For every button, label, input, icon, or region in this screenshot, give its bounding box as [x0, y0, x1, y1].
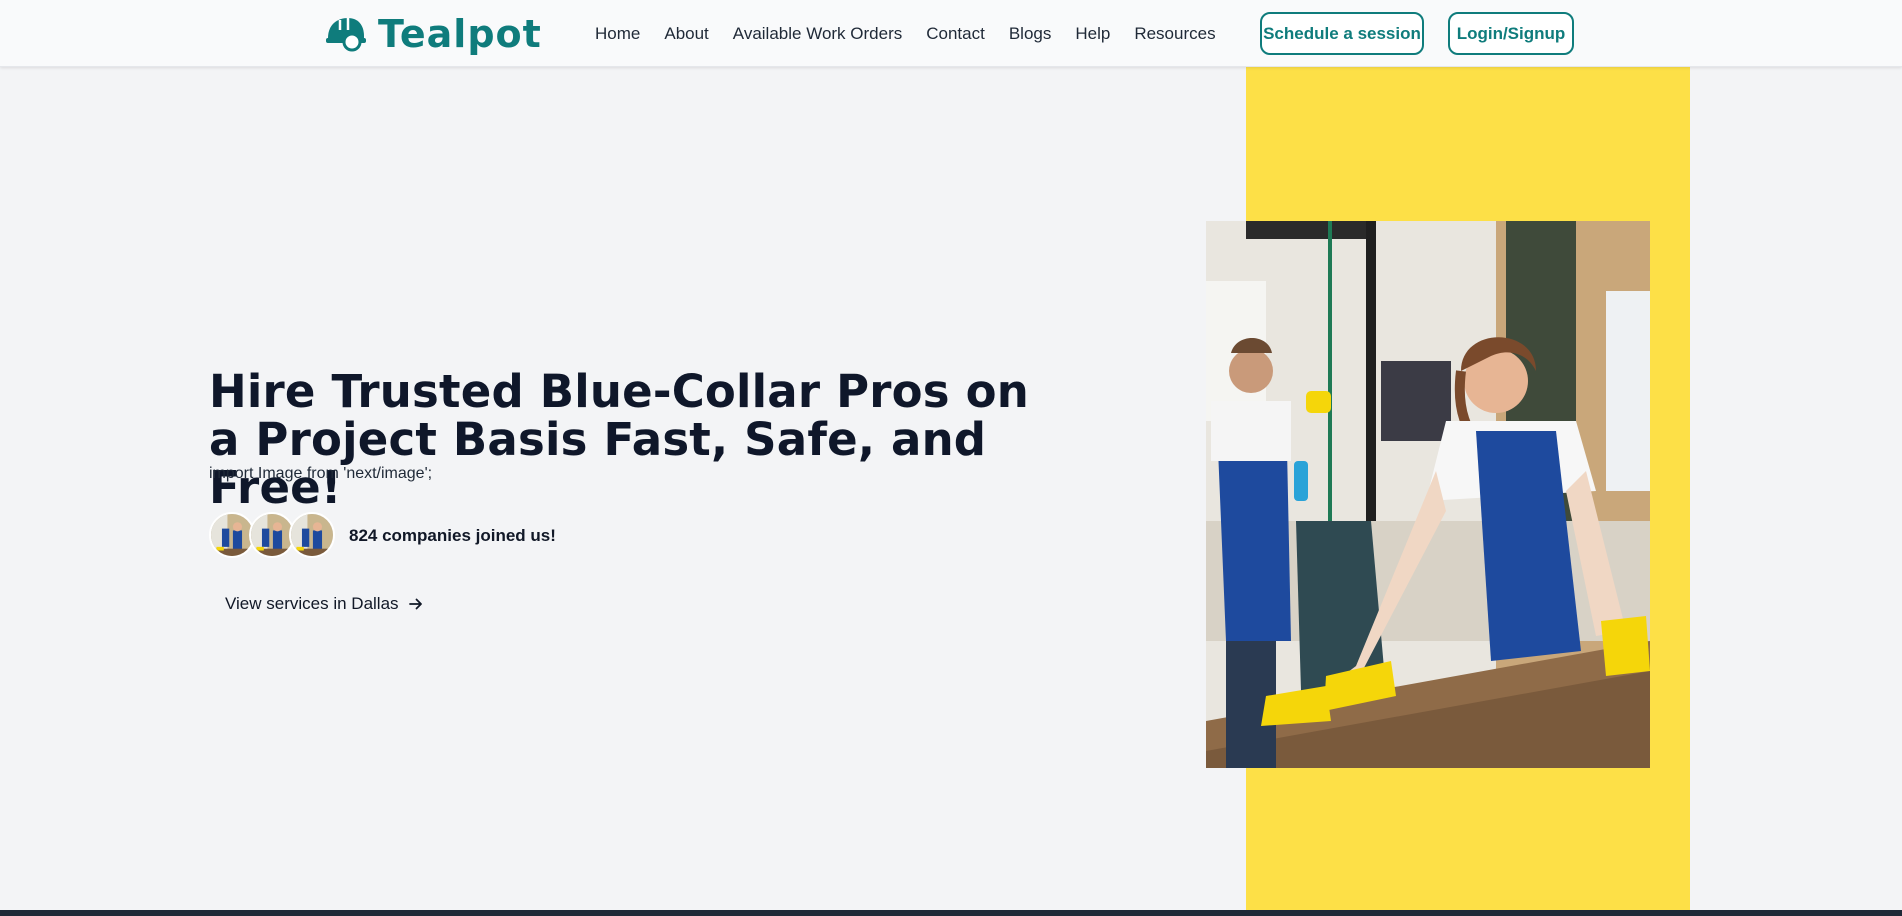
cleaners-illustration	[1206, 221, 1650, 768]
brand-logo[interactable]: Tealpot	[324, 12, 542, 56]
hero-title: Hire Trusted Blue-Collar Pros on a Proje…	[209, 365, 1030, 514]
avatar-cleaners-image	[291, 514, 333, 556]
arrow-right-icon	[408, 598, 422, 610]
view-services-label: View services in Dallas	[225, 594, 399, 613]
hard-hat-logo-icon	[326, 18, 366, 52]
brand-name: Tealpot	[378, 12, 542, 56]
nav-item-resources[interactable]: Resources	[1134, 24, 1215, 44]
schedule-session-button[interactable]: Schedule a session	[1260, 12, 1424, 55]
avatar-cleaners-image	[251, 514, 293, 556]
nav-item-contact[interactable]: Contact	[926, 24, 985, 44]
hero-cleaning-photo	[1206, 221, 1650, 768]
nav-item-about[interactable]: About	[664, 24, 708, 44]
view-services-link[interactable]: View services in Dallas	[225, 594, 423, 614]
nav-item-help[interactable]: Help	[1075, 24, 1110, 44]
avatar-cleaners-image	[211, 514, 253, 556]
companies-joined-text: 824 companies joined us!	[349, 526, 556, 545]
nav-item-home[interactable]: Home	[595, 24, 640, 44]
main-nav: Home About Available Work Orders Contact…	[595, 0, 1216, 67]
footer-edge	[0, 910, 1902, 916]
site-header: Tealpot Home About Available Work Orders…	[0, 0, 1902, 67]
avatar	[289, 512, 335, 558]
company-avatars	[209, 512, 335, 558]
import-text: import Image from 'next/image';	[209, 465, 433, 482]
nav-item-available-work-orders[interactable]: Available Work Orders	[733, 24, 902, 44]
login-signup-button[interactable]: Login/Signup	[1448, 12, 1574, 55]
nav-item-blogs[interactable]: Blogs	[1009, 24, 1052, 44]
